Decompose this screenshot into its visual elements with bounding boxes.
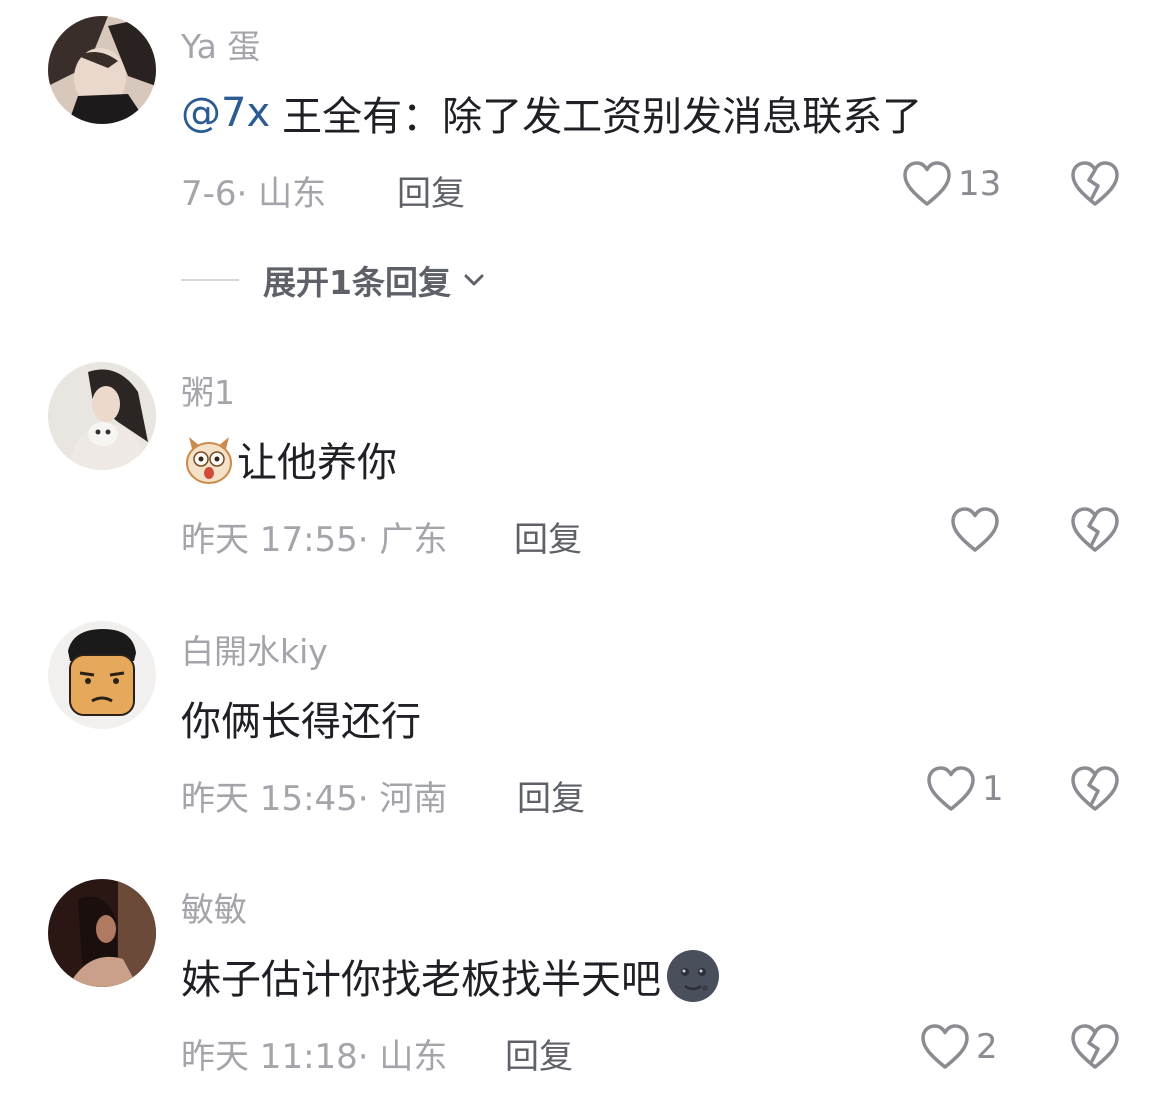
broken-heart-icon (1071, 507, 1119, 552)
broken-heart-icon (1071, 766, 1119, 811)
chevron-down-icon (464, 274, 484, 286)
avatar[interactable] (48, 621, 156, 729)
dislike-button[interactable] (1070, 1019, 1120, 1075)
dislike-button[interactable] (1070, 156, 1120, 212)
like-button[interactable]: 13 (902, 156, 1001, 212)
avatar[interactable] (48, 362, 156, 470)
surprised-dog-emoji-icon (181, 431, 237, 487)
dislike-button[interactable] (1070, 502, 1120, 558)
like-button[interactable] (950, 502, 1006, 558)
dislike-button[interactable] (1070, 761, 1120, 817)
comment-text: 妹子估计你找老板找半天吧 (181, 947, 721, 1005)
broken-heart-icon (1071, 1024, 1119, 1069)
username[interactable]: 敏敏 (181, 883, 247, 931)
reply-button[interactable]: 回复 (517, 771, 585, 820)
divider (181, 279, 239, 281)
comment-text: 你俩长得还行 (181, 689, 421, 747)
like-count: 13 (958, 164, 1002, 204)
comment-time-location: 昨天 11:18· 山东 (181, 1037, 448, 1077)
like-button[interactable]: 1 (926, 761, 1004, 817)
avatar[interactable] (48, 879, 156, 987)
heart-outline-icon (951, 507, 999, 552)
comment-body: 你俩长得还行 (181, 699, 421, 745)
comment-text: @7x 王全有：除了发工资别发消息联系了 (181, 84, 922, 142)
comment-body: 王全有：除了发工资别发消息联系了 (282, 94, 923, 140)
heart-outline-icon (921, 1024, 969, 1069)
expand-replies[interactable]: 展开1条回复 (181, 256, 489, 304)
username[interactable]: 白開水kiy (181, 625, 328, 673)
broken-heart-icon (1071, 161, 1119, 206)
comment-text: 让他养你 (181, 430, 397, 488)
mention-link[interactable]: @7x (181, 90, 270, 136)
reply-button[interactable]: 回复 (397, 166, 465, 215)
expand-replies-label[interactable]: 展开1条回复 (263, 256, 451, 304)
comment-time-location: 昨天 17:55· 广东 (181, 520, 448, 560)
heart-outline-icon (927, 766, 975, 811)
comment-time-location: 7-6· 山东 (181, 174, 327, 214)
avatar[interactable] (48, 16, 156, 124)
like-button[interactable]: 2 (920, 1019, 998, 1075)
comment-time-location: 昨天 15:45· 河南 (181, 779, 448, 819)
username[interactable]: Ya 蛋 (181, 20, 260, 68)
like-count: 2 (976, 1027, 998, 1067)
reply-button[interactable]: 回复 (514, 512, 582, 561)
reply-button[interactable]: 回复 (505, 1029, 573, 1078)
comment-body: 让他养你 (237, 440, 397, 486)
like-count: 1 (982, 769, 1004, 809)
comment-body: 妹子估计你找老板找半天吧 (181, 957, 661, 1003)
new-moon-face-emoji-icon (665, 948, 721, 1004)
heart-outline-icon (903, 161, 951, 206)
username[interactable]: 粥1 (181, 366, 235, 414)
